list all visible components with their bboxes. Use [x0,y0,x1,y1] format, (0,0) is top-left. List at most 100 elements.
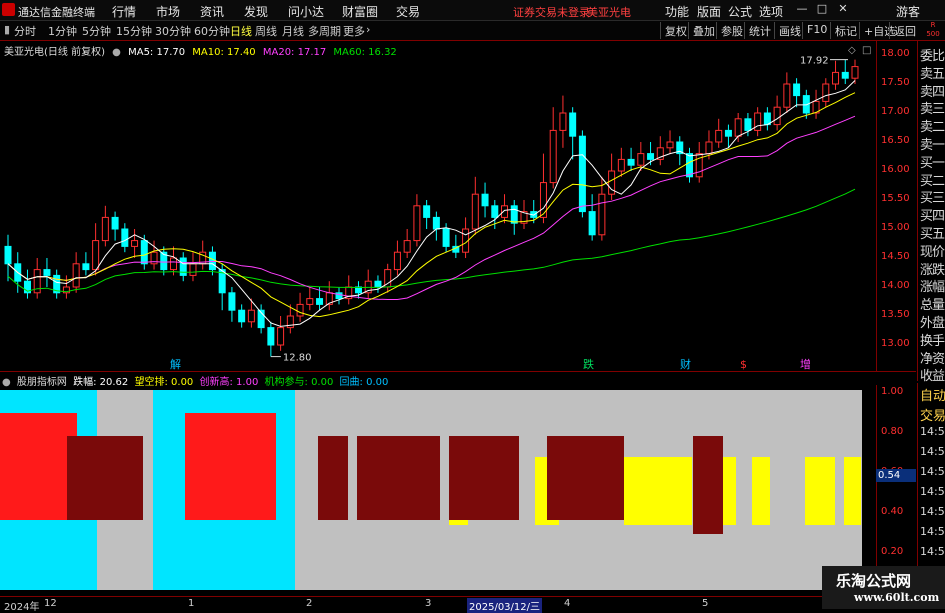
quote-field-label: 涨幅 [920,280,945,296]
candle [822,83,830,102]
watermark-title: 乐淘公式网 [836,572,912,590]
indicator-tick: 0.20 [881,546,904,557]
login-status[interactable]: 证券交易未登录 [513,4,590,20]
menu-banmian[interactable]: 版面 [697,3,721,20]
menu-jiaoyi[interactable]: 交易 [396,3,420,20]
menu-faxian[interactable]: 发现 [244,3,268,20]
indicator-item-1: 跌幅: 20.62 [73,377,129,388]
indicator-item-5: 回曲: 0.00 [339,377,389,388]
candle [140,240,148,265]
indicator-chart[interactable] [0,390,875,590]
period-1min[interactable]: 1分钟 [48,23,77,39]
maximize-icon[interactable]: □ [815,2,829,16]
tool-huaxian[interactable]: 画线 [774,22,804,39]
diamond-icon[interactable]: ◇ [848,45,856,56]
back-button[interactable]: 返回 [889,22,919,39]
candle [734,118,742,137]
period-more[interactable]: 更多 [343,23,365,39]
quote-field-label: 卖五 [920,66,945,82]
candle [316,298,324,305]
quote-field-label: 卖四 [920,84,945,100]
period-daily[interactable]: 日线 [230,23,252,39]
indicator-name[interactable]: 股朋指标网 [17,377,67,388]
price-tick: 15.50 [881,193,910,204]
quote-field-label: 买一 [920,155,945,171]
period-multi[interactable]: 多周期 [308,23,341,39]
period-5min[interactable]: 5分钟 [82,23,111,39]
period-30min[interactable]: 30分钟 [155,23,191,39]
auto-trade-label: 自动 [920,389,945,404]
menu-zixun[interactable]: 资讯 [200,3,224,20]
event-marker[interactable]: 增 [800,357,811,371]
chevron-right-icon[interactable]: › [366,23,370,36]
candle [179,257,187,276]
indicator-yellow-block [752,457,770,525]
quote-field-label: 换手 [920,333,945,349]
candlestick-chart[interactable]: 17.92 12.80 解 跌 财 $ 增 ◇ □ [0,41,875,371]
indicator-settings-icon[interactable]: ● [2,377,11,388]
tick-time-label: 14:56 [920,465,945,478]
quote-field-label: 收益 [920,369,945,385]
quote-field-label: 买四 [920,209,945,225]
candle [432,216,440,230]
menu-hangqing[interactable]: 行情 [112,3,136,20]
indicator-red-block [185,413,276,520]
period-weekly[interactable]: 周线 [255,23,277,39]
time-label: 3 [425,598,432,609]
low-price-annotation: 12.80 [283,353,312,364]
tool-f10[interactable]: F10 [802,22,830,39]
candle [247,309,255,323]
period-monthly[interactable]: 月线 [282,23,304,39]
menu-gongneng[interactable]: 功能 [665,3,689,20]
indicator-tick: 0.80 [881,426,904,437]
period-fenshi[interactable]: 分时 [14,23,36,39]
pane-divider[interactable] [0,371,916,372]
tick-time-label: 14:56 [920,545,945,558]
indicator-item-4: 机构参与: 0.00 [264,377,334,388]
period-60min[interactable]: 60分钟 [194,23,230,39]
indicator-darkred-block [547,436,624,520]
candle [277,327,285,346]
tool-diejia[interactable]: 叠加 [688,22,718,39]
square-icon[interactable]: □ [862,45,871,56]
menu-gongshi[interactable]: 公式 [728,3,752,20]
menu-shichang[interactable]: 市场 [156,3,180,20]
indicator-darkred-block [693,436,723,520]
candle [423,205,431,218]
tool-fuquan[interactable]: 复权 [660,22,690,39]
app-logo-icon [2,3,15,16]
quote-field-label: 现价 [920,244,945,260]
candle [851,66,859,79]
candle [403,240,411,253]
watermark: 乐淘公式网 www.60lt.com [822,566,945,609]
tool-tongji[interactable]: 统计 [744,22,774,39]
candle [569,112,577,137]
tool-biaoji[interactable]: 标记 [830,22,860,39]
indicator-item-2: 望空排: 0.00 [134,377,194,388]
menu-wenxiaoda[interactable]: 问小达 [288,3,324,20]
event-marker[interactable]: 解 [170,357,181,371]
price-tick: 18.00 [881,48,910,59]
menu-xuanxiang[interactable]: 选项 [759,3,783,20]
candle [228,292,236,311]
tool-cangu[interactable]: 参股 [716,22,746,39]
candle [43,269,51,276]
price-tick: 17.00 [881,106,910,117]
candle [744,118,752,131]
event-marker[interactable]: 跌 [583,357,594,371]
event-marker[interactable]: 财 [680,357,691,371]
close-icon[interactable]: ✕ [836,2,850,16]
price-axis: 18.00 17.50 17.00 16.50 16.00 15.50 15.00 14.50… [876,41,917,371]
tick-time-label: 14:56 [920,445,945,458]
panel-toggle-icon[interactable]: ▮ [4,23,10,36]
guest-label[interactable]: 游客 [896,3,920,20]
candle [559,112,567,131]
indicator-tick: 0.40 [881,506,904,517]
candle [617,158,625,172]
period-15min[interactable]: 15分钟 [116,23,152,39]
event-marker[interactable]: $ [740,358,747,371]
indicator-yellow-block [844,457,861,525]
minimize-icon[interactable]: — [795,2,809,16]
indicator-cyan-block [0,520,97,590]
menu-caifuquan[interactable]: 财富圈 [342,3,378,20]
